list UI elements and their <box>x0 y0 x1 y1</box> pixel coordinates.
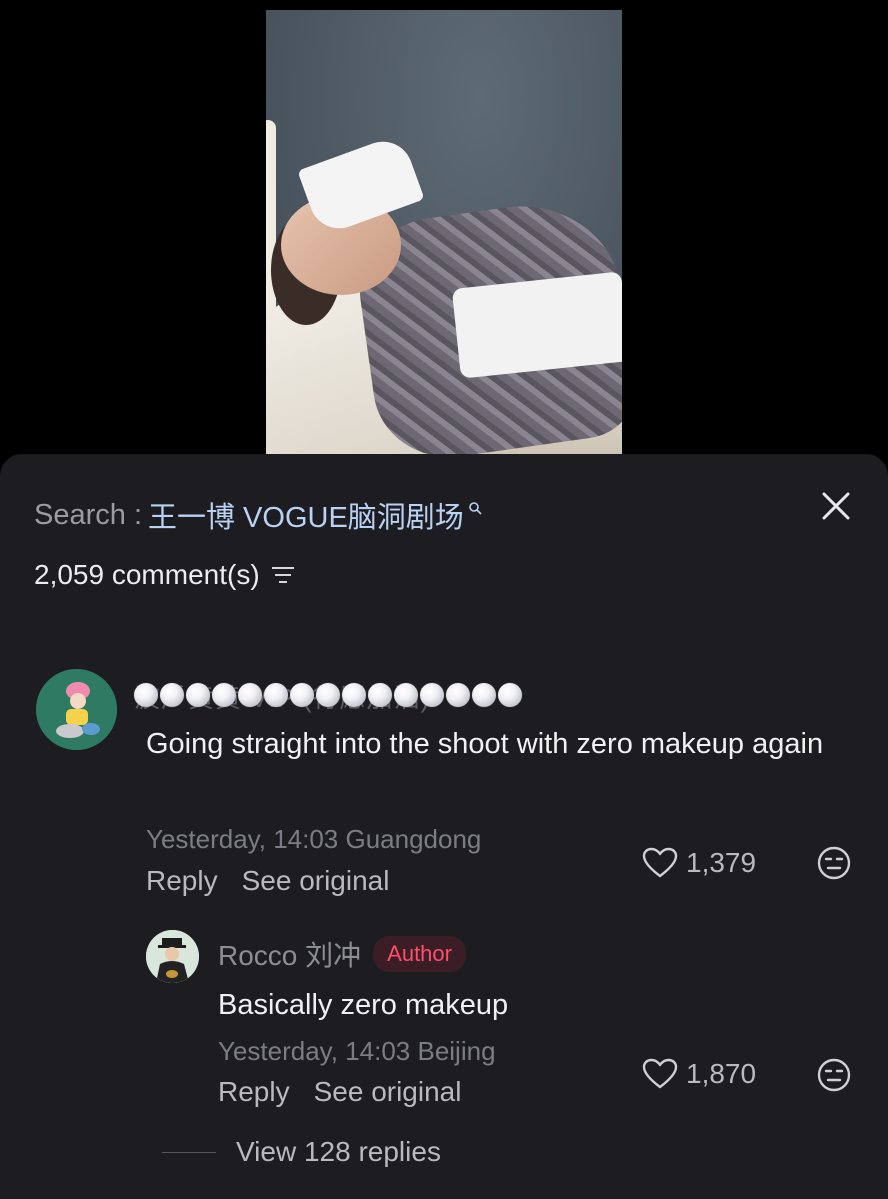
pearl-emoji-icon <box>238 683 262 707</box>
reply-button[interactable]: Reply <box>218 1076 290 1108</box>
avatar[interactable] <box>36 669 117 750</box>
pearl-emoji-icon <box>394 683 418 707</box>
comment-count-header: 2,059 comment(s) <box>34 559 296 591</box>
like-count: 1,870 <box>686 1058 757 1089</box>
dislike-face-icon[interactable] <box>817 1058 851 1092</box>
avatar-portrait-icon <box>146 930 199 983</box>
like-count: 1,379 <box>686 847 757 878</box>
reply-header: Rocco 刘冲 Author <box>218 934 466 974</box>
pearl-emoji-icon <box>160 683 184 707</box>
reply-actions: Reply See original <box>218 1076 461 1108</box>
like-button[interactable]: 1,870 <box>642 1058 756 1090</box>
reply-button[interactable]: Reply <box>146 865 218 897</box>
dislike-face-icon[interactable] <box>817 846 851 880</box>
pearl-emoji-icon <box>368 683 392 707</box>
pearl-emoji-icon <box>290 683 314 707</box>
pearl-emoji-icon <box>264 683 288 707</box>
pearl-emoji-icon <box>446 683 470 707</box>
pearl-emoji-icon <box>472 683 496 707</box>
search-term-link[interactable]: 王一博 VOGUE脑洞剧场 <box>148 494 464 536</box>
reply-meta: Yesterday, 14:03 Beijing <box>218 1036 496 1066</box>
comments-panel: Search : 王一博 VOGUE脑洞剧场 2,059 comment(s) <box>0 454 888 1199</box>
search-suggestion[interactable]: Search : 王一博 VOGUE脑洞剧场 <box>34 494 482 536</box>
pearl-emoji-icon <box>342 683 366 707</box>
see-original-button[interactable]: See original <box>314 1076 462 1108</box>
heart-icon <box>642 847 678 878</box>
pearl-emoji-icon <box>316 683 340 707</box>
search-icon <box>469 502 482 515</box>
view-replies-button[interactable]: View 128 replies <box>162 1136 441 1168</box>
divider <box>162 1151 216 1153</box>
reply-text: Basically zero makeup <box>218 989 509 1021</box>
author-avatar[interactable] <box>146 930 199 983</box>
comment-meta: Yesterday, 14:03 Guangdong <box>146 824 482 854</box>
comment-count: 2,059 comment(s) <box>34 559 260 590</box>
close-icon[interactable] <box>816 486 856 526</box>
search-prefix: Search : <box>34 498 142 531</box>
video-preview[interactable] <box>266 10 622 455</box>
pearl-emoji-icon <box>212 683 236 707</box>
pearl-emoji-icon <box>420 683 444 707</box>
heart-icon <box>642 1058 678 1089</box>
comment-text: Going straight into the shoot with zero … <box>146 728 824 760</box>
author-badge: Author <box>373 936 466 972</box>
screen: Search : 王一博 VOGUE脑洞剧场 2,059 comment(s) <box>0 0 888 1199</box>
pearl-emoji-icon <box>186 683 210 707</box>
view-replies-label: View 128 replies <box>236 1136 441 1167</box>
pearl-emoji-icon <box>498 683 522 707</box>
reply-username[interactable]: Rocco 刘冲 <box>218 934 361 974</box>
avatar-illustration-icon <box>36 669 117 750</box>
like-button[interactable]: 1,379 <box>642 847 756 879</box>
see-original-button[interactable]: See original <box>242 865 390 897</box>
username-pearls[interactable] <box>134 680 522 710</box>
filter-icon[interactable] <box>270 564 296 586</box>
comment-actions: Reply See original <box>146 865 389 897</box>
video-inner-shirt <box>451 271 622 379</box>
pearl-emoji-icon <box>134 683 158 707</box>
